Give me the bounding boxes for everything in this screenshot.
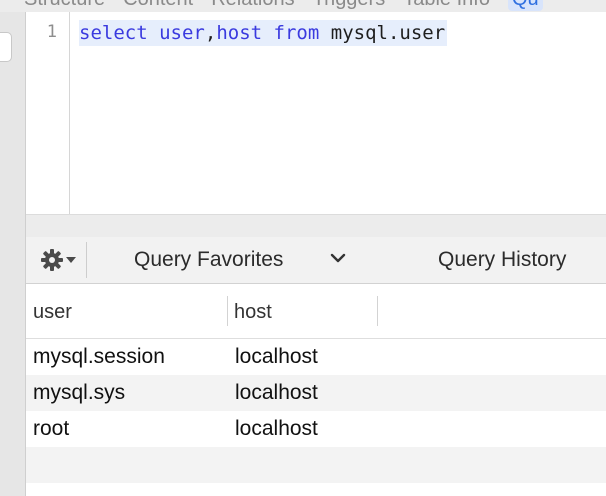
identifier-user: user xyxy=(159,22,205,44)
comma: , xyxy=(204,22,217,44)
cell-host[interactable]: localhost xyxy=(228,375,408,411)
query-toolbar: Query Favorites Query History xyxy=(26,237,606,284)
cell-user[interactable]: mysql.sys xyxy=(26,375,227,411)
column-resize-handle[interactable] xyxy=(377,296,378,326)
results-table: user host mysql.session localhost mysql.… xyxy=(26,284,606,496)
identifier-host: host xyxy=(216,22,263,44)
sidebar-toggle-handle[interactable] xyxy=(0,32,12,62)
pane-splitter[interactable] xyxy=(26,214,606,238)
line-number-gutter: 1 xyxy=(26,12,70,214)
keyword-select: select xyxy=(79,22,148,44)
query-favorites-label: Query Favorites xyxy=(134,248,284,271)
cell-host[interactable]: localhost xyxy=(228,411,408,447)
column-header-user[interactable]: user xyxy=(26,284,227,338)
empty-row xyxy=(26,447,606,483)
table-header: user host xyxy=(26,284,606,339)
table-row[interactable]: mysql.session localhost xyxy=(26,339,606,375)
tab-bar: Structure Content Relations Triggers Tab… xyxy=(0,0,606,12)
query-history-label: Query History xyxy=(438,248,567,271)
line-number: 1 xyxy=(46,22,57,42)
tab-table-info[interactable]: Table Info xyxy=(403,0,490,11)
cell-host[interactable]: localhost xyxy=(228,339,408,375)
tab-triggers[interactable]: Triggers xyxy=(313,0,386,11)
query-editor[interactable]: 1 select user,host from mysql.user xyxy=(26,12,606,214)
tab-structure[interactable]: Structure xyxy=(24,0,105,11)
code-line[interactable]: select user,host from mysql.user xyxy=(79,20,448,46)
tab-relations[interactable]: Relations xyxy=(211,0,294,11)
table-row[interactable]: mysql.sys localhost xyxy=(26,375,606,411)
column-header-host[interactable]: host xyxy=(227,284,377,338)
table-name: mysql.user xyxy=(330,22,446,44)
cell-user[interactable]: root xyxy=(26,411,227,447)
keyword-from: from xyxy=(273,22,320,44)
gear-menu-button[interactable] xyxy=(30,242,87,278)
tab-query[interactable]: Qu xyxy=(507,0,543,11)
tab-content[interactable]: Content xyxy=(123,0,193,11)
query-history-button[interactable]: Query History xyxy=(438,242,566,278)
query-favorites-button[interactable]: Query Favorites xyxy=(134,242,354,278)
table-row[interactable]: root localhost xyxy=(26,411,606,447)
chevron-down-icon xyxy=(330,253,346,263)
sidebar xyxy=(0,12,26,496)
dropdown-arrow-icon xyxy=(66,257,76,263)
cell-user[interactable]: mysql.session xyxy=(26,339,227,375)
gear-icon xyxy=(41,249,63,271)
